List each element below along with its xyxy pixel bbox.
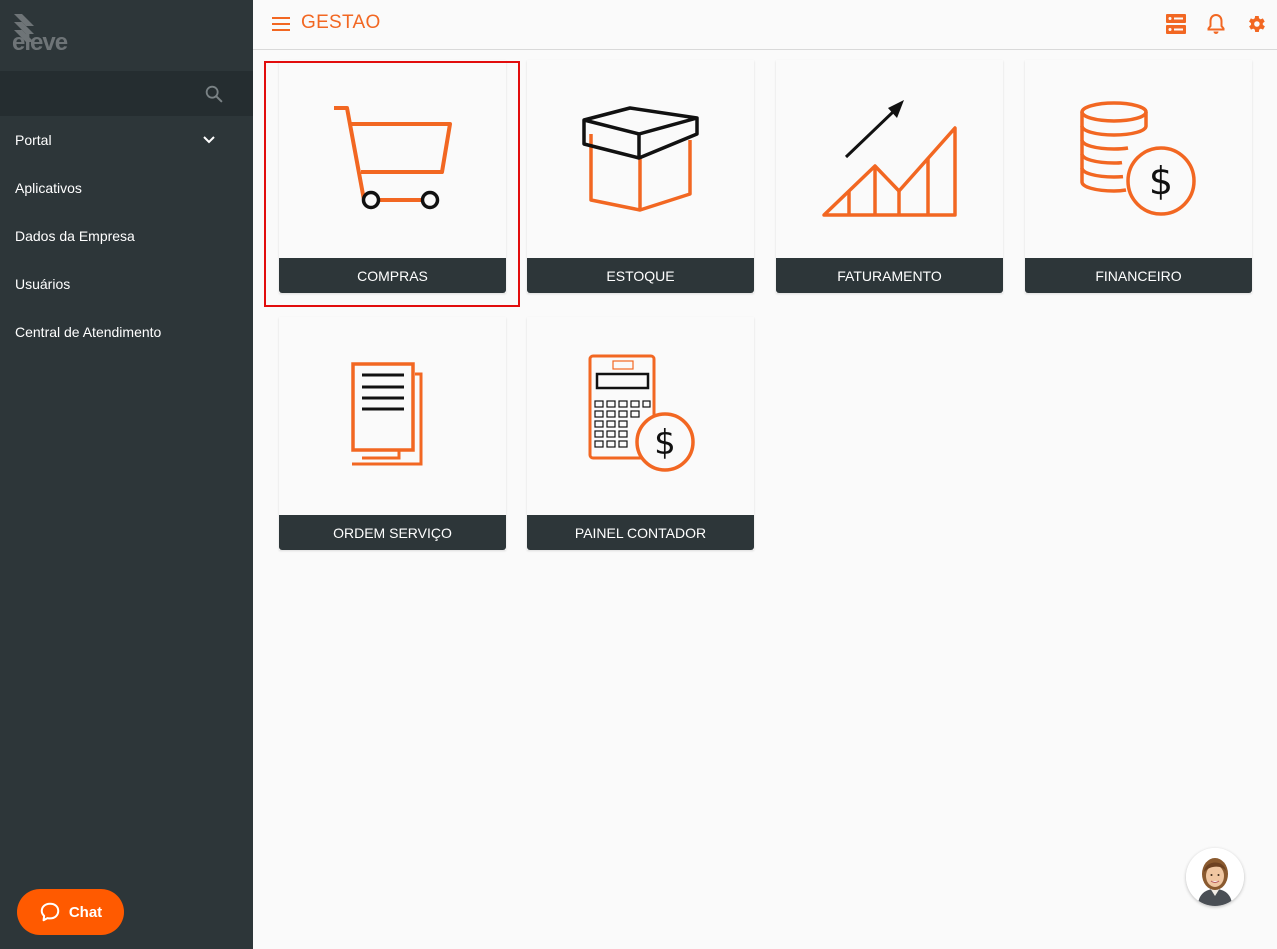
tile-label: FINANCEIRO — [1025, 258, 1252, 293]
documents-icon — [279, 317, 506, 513]
tile-label: ESTOQUE — [527, 258, 754, 293]
svg-text:eleve: eleve — [12, 29, 68, 56]
tile-financeiro[interactable]: $ FINANCEIRO — [1025, 60, 1252, 293]
sidebar-item-usuarios[interactable]: Usuários — [0, 260, 253, 308]
assistant-avatar[interactable] — [1186, 848, 1244, 906]
sidebar: eleve Portal Aplicativos Dados da Empres… — [0, 0, 253, 949]
sidebar-item-label: Portal — [15, 132, 52, 148]
tile-ordem-servico[interactable]: ORDEM SERVIÇO — [279, 317, 506, 550]
shopping-cart-icon — [279, 60, 506, 256]
svg-text:$: $ — [1149, 159, 1173, 203]
bell-icon[interactable] — [1205, 12, 1227, 36]
chat-label: Chat — [68, 903, 103, 921]
tile-label: COMPRAS — [279, 258, 506, 293]
sidebar-item-portal[interactable]: Portal — [0, 116, 253, 164]
tile-label: FATURAMENTO — [776, 258, 1003, 293]
sidebar-item-central-atendimento[interactable]: Central de Atendimento — [0, 308, 253, 356]
sidebar-menu: Portal Aplicativos Dados da Empresa Usuá… — [0, 116, 253, 356]
sidebar-item-label: Central de Atendimento — [15, 324, 162, 340]
tile-faturamento[interactable]: FATURAMENTO — [776, 60, 1003, 293]
calculator-dollar-icon: $ — [527, 317, 754, 513]
tile-compras[interactable]: COMPRAS — [279, 60, 506, 293]
tile-label: PAINEL CONTADOR — [527, 515, 754, 550]
search-bar[interactable] — [0, 71, 253, 116]
tile-estoque[interactable]: ESTOQUE — [527, 60, 754, 293]
growth-chart-icon — [776, 60, 1003, 256]
sidebar-item-dados-empresa[interactable]: Dados da Empresa — [0, 212, 253, 260]
hamburger-menu-icon[interactable] — [271, 14, 291, 34]
server-icon[interactable] — [1165, 12, 1187, 36]
chat-bubble-icon — [40, 902, 60, 922]
sidebar-item-label: Dados da Empresa — [15, 228, 135, 244]
top-bar: GESTAO — [253, 0, 1277, 50]
search-icon[interactable] — [203, 83, 225, 105]
tile-label: ORDEM SERVIÇO — [279, 515, 506, 550]
chat-button[interactable]: Chat — [17, 889, 124, 935]
eleve-logo[interactable]: eleve — [12, 10, 92, 60]
chevron-down-icon[interactable] — [201, 132, 217, 148]
page-title: GESTAO — [301, 12, 381, 33]
sidebar-item-label: Usuários — [15, 276, 71, 292]
sidebar-item-label: Aplicativos — [15, 180, 82, 196]
box-icon — [527, 60, 754, 256]
svg-text:$: $ — [654, 423, 676, 463]
sidebar-item-aplicativos[interactable]: Aplicativos — [0, 164, 253, 212]
top-bar-actions — [1165, 12, 1267, 36]
tile-painel-contador[interactable]: $ PAINEL CONTADOR — [527, 317, 754, 550]
coins-dollar-icon: $ — [1025, 60, 1252, 256]
gear-icon[interactable] — [1245, 12, 1267, 36]
